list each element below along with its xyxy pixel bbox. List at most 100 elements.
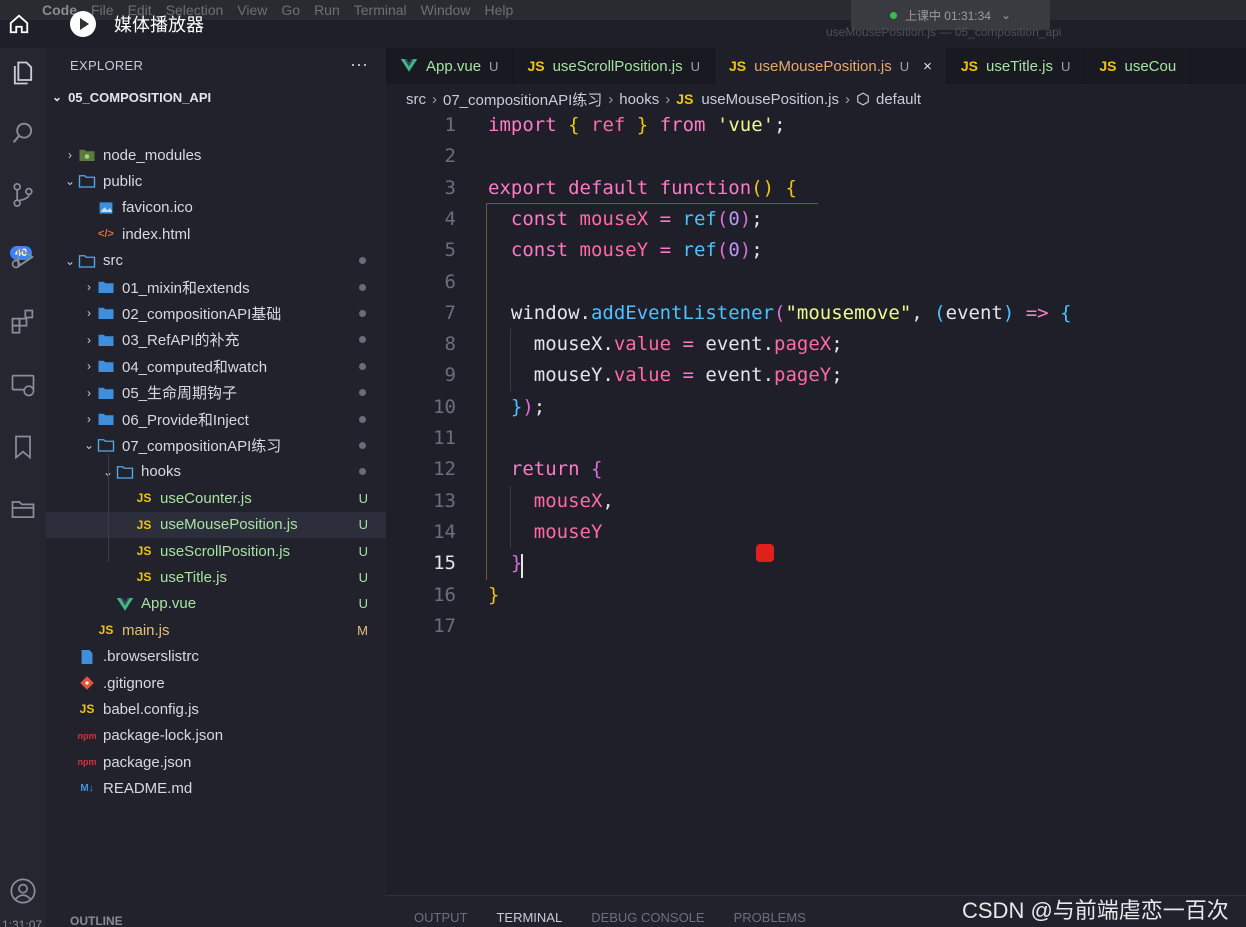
breadcrumb-folder[interactable]: 07_compositionAPI练习	[443, 89, 602, 110]
files-icon[interactable]	[6, 56, 40, 90]
chevron-down-icon[interactable]: ⌄	[81, 438, 97, 452]
extensions-icon[interactable]	[6, 304, 40, 338]
chevron-down-icon[interactable]: ⌄	[62, 254, 78, 268]
editor-tab[interactable]: App.vue U	[386, 48, 514, 84]
code-line[interactable]: window.addEventListener("mousemove", (ev…	[488, 302, 1072, 324]
code-line[interactable]: mouseY	[488, 521, 603, 543]
chevron-right-icon[interactable]: ›	[81, 359, 97, 373]
code-line[interactable]: });	[488, 396, 545, 418]
explorer-header: EXPLORER	[70, 57, 144, 73]
vue-icon	[116, 595, 134, 613]
code-line[interactable]: const mouseX = ref(0);	[488, 208, 763, 230]
tree-item[interactable]: ⌄hooks	[46, 459, 386, 485]
tree-item[interactable]: npm package-lock.json	[46, 723, 386, 749]
git-status-badge	[359, 468, 366, 476]
tree-item[interactable]: ⌄ public	[46, 168, 386, 194]
breadcrumb-symbol[interactable]: default	[876, 91, 921, 108]
play-icon[interactable]	[70, 11, 96, 37]
editor-tab[interactable]: JS useScrollPosition.js U	[513, 48, 716, 84]
chevron-right-icon[interactable]: ›	[81, 306, 97, 320]
breadcrumb-file[interactable]: useMousePosition.js	[701, 91, 839, 108]
pointer-marker	[756, 544, 774, 562]
chevron-down-icon[interactable]: ⌄	[62, 174, 78, 188]
tree-item[interactable]: JS useScrollPosition.js U	[46, 538, 386, 564]
tree-item[interactable]: JS useMousePosition.js U	[46, 511, 386, 538]
code-line[interactable]: mouseY.value = event.pageY;	[488, 364, 843, 386]
chevron-right-icon[interactable]: ›	[62, 148, 78, 162]
tree-item[interactable]: </> index.html	[46, 221, 386, 247]
more-actions-icon[interactable]: ···	[350, 54, 368, 75]
panel-tab-terminal[interactable]: TERMINAL	[496, 910, 562, 927]
code-line[interactable]: import { ref } from 'vue';	[488, 114, 786, 136]
code-editor[interactable]: 1 import { ref } from 'vue'; 2 3 export defa…	[386, 112, 1246, 895]
panel-tab-problems[interactable]: PROBLEMS	[734, 910, 806, 927]
tree-item[interactable]: M↓ README.md	[46, 776, 386, 802]
panel-tab-debug-console[interactable]: DEBUG CONSOLE	[591, 910, 704, 927]
breadcrumb-hooks[interactable]: hooks	[619, 91, 659, 108]
panel-tab-output[interactable]: OUTPUT	[414, 910, 467, 927]
remote-explorer-icon[interactable]	[6, 368, 40, 402]
code-line[interactable]: const mouseY = ref(0);	[488, 239, 763, 261]
tab-label: useTitle.js	[986, 57, 1053, 75]
account-icon[interactable]	[6, 874, 40, 908]
code-line[interactable]: }	[488, 584, 499, 606]
breadcrumb-separator: ›	[432, 90, 437, 108]
tree-item[interactable]: JS babel.config.js	[46, 696, 386, 722]
chevron-right-icon[interactable]: ›	[81, 412, 97, 426]
tree-item[interactable]: › node_modules	[46, 142, 386, 168]
tree-item[interactable]: JS useTitle.js U	[46, 564, 386, 590]
bookmark-icon[interactable]	[6, 430, 40, 464]
tree-item[interactable]: JS main.js M	[46, 617, 386, 643]
chevron-right-icon[interactable]: ›	[81, 333, 97, 347]
editor-tab[interactable]: JS useMousePosition.js U ×	[715, 48, 947, 84]
tree-item-label: 01_mixin和extends	[122, 279, 250, 297]
tree-item[interactable]: ⌄ src	[46, 248, 386, 274]
git-status-badge	[359, 441, 366, 449]
code-line[interactable]: return {	[488, 458, 603, 480]
menu-terminal[interactable]: Terminal	[354, 2, 407, 18]
tree-item[interactable]: › 03_RefAPI的补充	[46, 327, 386, 353]
outline-section[interactable]: OUTLINE	[70, 914, 123, 927]
close-icon[interactable]: ×	[923, 58, 932, 75]
code-line[interactable]: export default function() {	[488, 177, 797, 199]
project-root[interactable]: ⌄ 05_COMPOSITION_API	[46, 82, 386, 112]
tree-item[interactable]: › 02_compositionAPI基础	[46, 300, 386, 326]
tree-item-label: 03_RefAPI的补充	[122, 332, 240, 350]
tree-item[interactable]: › 05_生命周期钩子	[46, 380, 386, 406]
line-number: 12	[433, 458, 456, 481]
code-line[interactable]: mouseX,	[488, 490, 614, 512]
menu-help[interactable]: Help	[484, 2, 513, 18]
code-line[interactable]: mouseX.value = event.pageX;	[488, 333, 843, 355]
line-number: 14	[433, 520, 456, 543]
tab-label: App.vue	[426, 57, 482, 75]
code-token: ;	[751, 239, 763, 262]
tree-item[interactable]: ⌄ 07_compositionAPI练习	[46, 432, 386, 458]
js-icon: JS	[136, 491, 152, 506]
code-line[interactable]: }	[488, 552, 522, 574]
search-icon[interactable]	[6, 116, 40, 150]
chevron-right-icon[interactable]: ›	[81, 386, 97, 400]
tree-item[interactable]: App.vue U	[46, 591, 386, 617]
tree-item[interactable]: › 06_Provide和Inject	[46, 406, 386, 432]
tree-item[interactable]: .browserslistrc	[46, 644, 386, 670]
folder-manager-icon[interactable]	[6, 492, 40, 526]
folder-blue-icon	[97, 410, 115, 428]
run-debug-icon[interactable]	[6, 240, 40, 274]
tree-item[interactable]: npm package.json	[46, 749, 386, 775]
editor-tab[interactable]: JS useTitle.js U	[947, 48, 1086, 84]
breadcrumb-src[interactable]: src	[406, 91, 426, 108]
tree-item[interactable]: .gitignore	[46, 670, 386, 696]
tree-item[interactable]: favicon.ico	[46, 195, 386, 221]
code-token: ;	[533, 395, 546, 418]
tree-item-label: 05_生命周期钩子	[122, 385, 238, 403]
tree-item[interactable]: JS useCounter.js U	[46, 485, 386, 511]
tree-item[interactable]: › 01_mixin和extends	[46, 274, 386, 300]
editor-tab[interactable]: JS useCou	[1085, 48, 1192, 84]
source-control-icon[interactable]	[6, 178, 40, 212]
tree-item[interactable]: › 04_computed和watch	[46, 353, 386, 379]
chevron-right-icon[interactable]: ›	[81, 280, 97, 294]
menu-window[interactable]: Window	[421, 2, 471, 18]
home-icon[interactable]	[8, 13, 30, 35]
code-token: from	[659, 114, 706, 136]
git-status-badge	[359, 362, 366, 370]
